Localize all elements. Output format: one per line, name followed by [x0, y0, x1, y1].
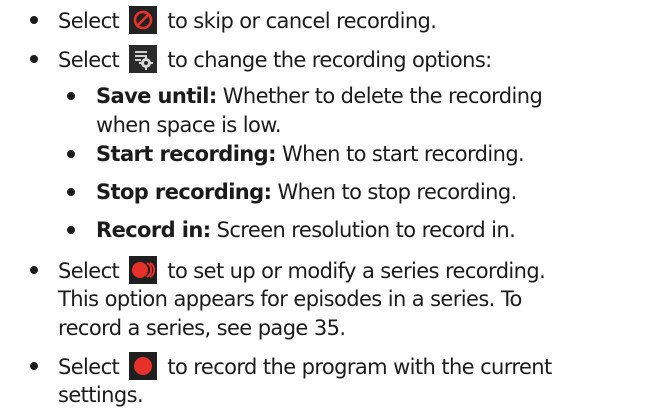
bullet	[30, 16, 38, 24]
item-select-text: Select	[58, 259, 120, 283]
sub-item-save-until: Save until: Whether to delete the record…	[96, 82, 543, 111]
item-description: to set up or modify a series recording.	[167, 259, 546, 283]
list-item-series-cont1: This option appears for episodes in a se…	[58, 287, 522, 311]
item-select-text: Select	[58, 355, 120, 379]
sub-bullet	[67, 92, 75, 100]
list-item-record: Select to record the program with the cu…	[58, 352, 552, 382]
record-icon	[129, 352, 158, 380]
option-description: When to stop recording.	[277, 180, 517, 204]
item-description: to change the recording options:	[167, 48, 492, 72]
option-name: Save until:	[96, 84, 217, 108]
list-item-cancel: Select to skip or cancel recording.	[58, 6, 437, 36]
sub-item-start-recording: Start recording: When to start recording…	[96, 140, 525, 169]
list-item-series-cont2: record a series, see page 35.	[58, 316, 346, 340]
sub-item-stop-recording: Stop recording: When to stop recording.	[96, 178, 517, 207]
sub-bullet	[67, 150, 75, 158]
option-description: Whether to delete the recording	[222, 84, 543, 108]
sub-bullet	[67, 188, 75, 196]
bullet	[30, 266, 38, 274]
settings-icon	[129, 45, 158, 73]
series-record-icon	[129, 256, 158, 284]
item-select-text: Select	[58, 9, 120, 33]
sub-bullet	[67, 226, 75, 234]
cancel-icon	[129, 6, 158, 34]
option-description: When to start recording.	[281, 142, 525, 166]
option-description: Screen resolution to record in.	[216, 218, 516, 242]
instruction-list: Select to skip or cancel recording. Sele…	[0, 0, 646, 412]
bullet	[30, 362, 38, 370]
option-name: Record in:	[96, 218, 211, 242]
list-item-settings: Select to change the recording options:	[58, 45, 492, 75]
list-item-series: Select to set up or modify a series reco…	[58, 256, 546, 286]
option-name: Stop recording:	[96, 180, 272, 204]
item-description: to skip or cancel recording.	[167, 9, 437, 33]
bullet	[30, 55, 38, 63]
list-item-record-cont: settings.	[58, 383, 144, 407]
option-name: Start recording:	[96, 142, 276, 166]
sub-item-record-in: Record in: Screen resolution to record i…	[96, 216, 516, 245]
item-description: to record the program with the current	[167, 355, 552, 379]
sub-item-save-until-cont: when space is low.	[96, 113, 282, 137]
item-select-text: Select	[58, 48, 120, 72]
